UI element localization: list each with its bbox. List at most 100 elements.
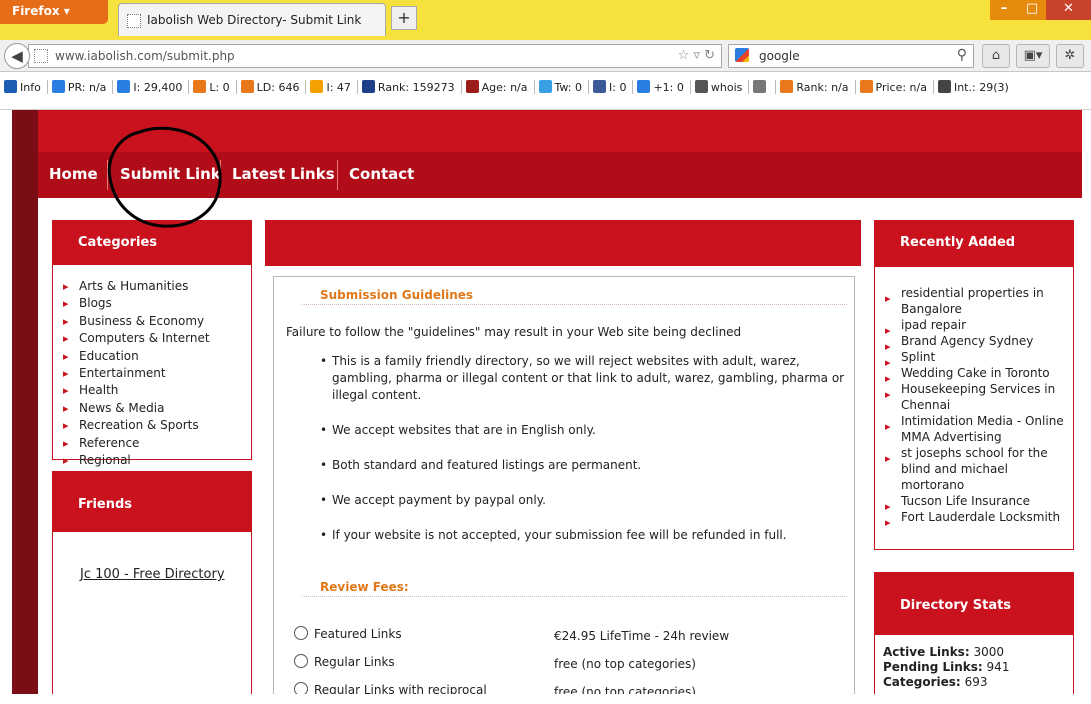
seo-item[interactable]: LD: 646 — [240, 80, 300, 94]
browser-titlebar: Firefox ▾ Iabolish Web Directory- Submit… — [0, 0, 1091, 40]
category-link[interactable]: Blogs — [61, 295, 223, 313]
seo-item[interactable]: Rank: n/a — [780, 80, 849, 94]
recent-link[interactable]: Brand Agency Sydney — [883, 333, 1067, 355]
links-icon — [937, 80, 951, 93]
menu-divider — [220, 160, 221, 190]
extensions-menu-icon[interactable]: ▣▾ — [1016, 44, 1050, 68]
site-menu: Home Submit Link Latest Links Contact — [38, 152, 1082, 198]
menu-divider — [337, 160, 338, 190]
pending-links-value: 941 — [986, 660, 1010, 674]
search-box[interactable]: google ⚲ — [728, 44, 974, 68]
back-arrow-icon[interactable]: ◀ — [4, 43, 30, 69]
fee-price: €24.95 LifeTime - 24h review — [554, 629, 730, 643]
seo-item[interactable] — [753, 80, 769, 94]
category-link[interactable]: Reference — [61, 435, 223, 453]
recent-link[interactable]: Tucson Life Insurance — [883, 493, 1067, 515]
page-left-border — [12, 110, 38, 694]
close-window-button[interactable]: ✕ — [1046, 0, 1091, 20]
seo-separator — [188, 80, 190, 94]
fee-option-featured[interactable]: Featured Links — [294, 626, 402, 641]
seo-item[interactable]: Info — [4, 80, 41, 94]
firefox-menu-button[interactable]: Firefox ▾ — [0, 0, 108, 24]
recent-link[interactable]: Splint — [883, 349, 1067, 371]
recent-link[interactable]: residential properties in Bangalore — [883, 285, 1067, 317]
recent-link[interactable]: ipad repair — [883, 317, 1067, 339]
category-link[interactable]: Entertainment — [61, 365, 223, 383]
recent-link[interactable]: Housekeeping Services in Chennai — [883, 381, 1067, 413]
twitter-icon — [538, 80, 552, 93]
stats-values: Active Links: 3000 Pending Links: 941 Ca… — [883, 645, 1009, 690]
recent-link[interactable]: st josephs school for the blind and mich… — [883, 445, 1067, 493]
seo-item-label: LD: 646 — [256, 81, 300, 94]
featured-radio[interactable] — [294, 626, 308, 640]
seo-item[interactable]: L: 0 — [193, 80, 230, 94]
seo-item[interactable]: I: 0 — [593, 80, 626, 94]
browser-tab[interactable]: Iabolish Web Directory- Submit Link — [118, 3, 386, 36]
fee-price: free (no top categories) — [554, 685, 696, 694]
seo-item-label: I: 47 — [326, 81, 351, 94]
seo-item[interactable]: Rank: 159273 — [361, 80, 455, 94]
addon-icon[interactable]: ✲ — [1056, 44, 1084, 68]
google-engine-icon[interactable] — [735, 48, 749, 62]
fee-option-reciprocal[interactable]: Regular Links with reciprocal — [294, 682, 487, 694]
recent-link[interactable]: Intimidation Media - Online MMA Advertis… — [883, 413, 1067, 445]
fee-label: Featured Links — [314, 627, 402, 641]
search-icon[interactable]: ⚲ — [957, 47, 967, 63]
url-text[interactable]: www.iabolish.com/submit.php — [55, 49, 235, 63]
category-link[interactable]: News & Media — [61, 400, 223, 418]
bookmark-star-icon[interactable]: ☆ ▿ ↻ — [678, 48, 715, 63]
seo-item[interactable]: Price: n/a — [859, 80, 927, 94]
category-link[interactable]: Education — [61, 348, 223, 366]
seo-item[interactable]: PR: n/a — [51, 80, 107, 94]
home-icon[interactable]: ⌂ — [982, 44, 1010, 68]
active-links-label: Active Links: — [883, 645, 970, 659]
category-link[interactable]: Arts & Humanities — [61, 278, 223, 296]
regular-radio[interactable] — [294, 654, 308, 668]
seo-separator — [689, 80, 691, 94]
info-icon — [4, 80, 17, 93]
recent-link[interactable]: Fort Lauderdale Locksmith — [883, 509, 1067, 531]
seo-item-label: PR: n/a — [67, 81, 107, 94]
recently-added-title: Recently Added — [875, 221, 1073, 267]
fee-option-regular[interactable]: Regular Links — [294, 654, 395, 669]
recent-links-list: residential properties in Bangaloreipad … — [883, 285, 1067, 531]
seo-item-label: I: 0 — [609, 81, 627, 94]
seo-item[interactable]: Age: n/a — [465, 80, 528, 94]
menu-contact[interactable]: Contact — [349, 165, 414, 183]
new-tab-button[interactable]: + — [391, 6, 417, 30]
menu-latest-links[interactable]: Latest Links — [232, 165, 335, 183]
seo-item[interactable]: Int.: 29(3) — [937, 80, 1009, 94]
seo-item-label: Rank: n/a — [796, 81, 849, 94]
fee-label: Regular Links with reciprocal — [314, 683, 487, 694]
recent-link[interactable]: Wedding Cake in Toronto — [883, 365, 1067, 387]
menu-home[interactable]: Home — [49, 165, 98, 183]
fee-price: free (no top categories) — [554, 657, 696, 671]
seo-item[interactable]: Tw: 0 — [538, 80, 582, 94]
category-link[interactable]: Computers & Internet — [61, 330, 223, 348]
seo-separator — [775, 80, 777, 94]
category-link[interactable]: Health — [61, 382, 223, 400]
category-link[interactable]: Recreation & Sports — [61, 417, 223, 435]
seo-item[interactable]: I: 47 — [310, 80, 351, 94]
menu-submit-link[interactable]: Submit Link — [120, 165, 221, 183]
seo-item-label: Price: n/a — [875, 81, 927, 94]
seo-item-label: Age: n/a — [481, 81, 528, 94]
seo-separator — [460, 80, 462, 94]
seo-item[interactable]: I: 29,400 — [117, 80, 182, 94]
minimize-button[interactable]: – — [990, 0, 1018, 20]
site-banner — [38, 110, 1082, 152]
friend-link[interactable]: Jc 100 - Free Directory — [80, 567, 225, 582]
google-icon — [637, 80, 651, 93]
seo-item[interactable]: +1: 0 — [637, 80, 684, 94]
site-identity-icon[interactable] — [34, 49, 48, 63]
seo-separator — [46, 80, 48, 94]
category-link[interactable]: Regional — [61, 452, 223, 470]
maximize-button[interactable]: □ — [1018, 0, 1046, 20]
review-fees-title: Review Fees: — [320, 580, 409, 594]
reciprocal-radio[interactable] — [294, 682, 308, 694]
category-link[interactable]: Business & Economy — [61, 313, 223, 331]
seo-item[interactable]: whois — [694, 80, 742, 94]
search-input[interactable]: google — [759, 49, 800, 63]
address-bar[interactable]: www.iabolish.com/submit.php ☆ ▿ ↻ — [28, 44, 722, 68]
pending-links-label: Pending Links: — [883, 660, 983, 674]
